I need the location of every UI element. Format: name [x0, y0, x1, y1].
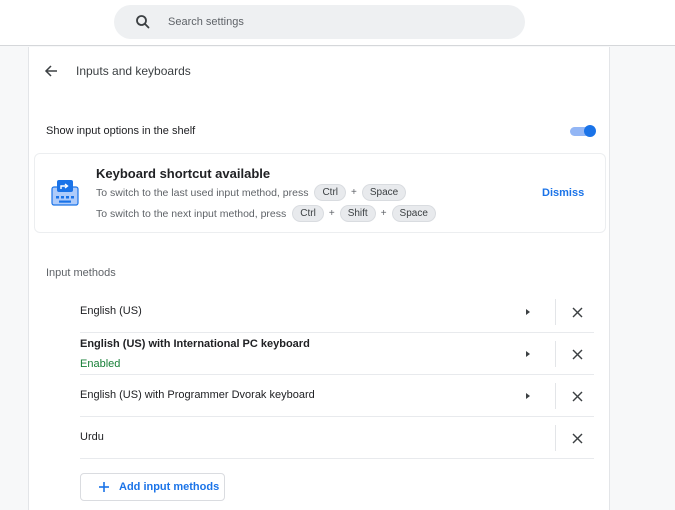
list-item[interactable]: Urdu [80, 417, 594, 459]
list-item[interactable]: English (US) with Programmer Dvorak keyb… [80, 375, 594, 417]
status-badge: Enabled [80, 358, 121, 370]
key-combo: Ctrl + Space [314, 184, 407, 201]
arrow-right-icon[interactable] [523, 349, 533, 359]
subpage-header: Inputs and keyboards [43, 61, 191, 81]
key-combo: Ctrl + Shift + Space [292, 205, 436, 222]
input-methods-heading: Input methods [46, 267, 116, 279]
arrow-right-icon[interactable] [523, 391, 533, 401]
close-icon[interactable] [571, 432, 584, 445]
key-chip: Space [391, 205, 436, 222]
key-chip: Ctrl [314, 184, 347, 201]
shortcut-text: To switch to the next input method, pres… [96, 207, 287, 220]
shortcut-line-last: To switch to the last used input method,… [96, 184, 407, 201]
divider [555, 383, 556, 409]
card-title: Keyboard shortcut available [96, 166, 271, 181]
keyboard-switch-icon [51, 180, 79, 206]
close-icon[interactable] [571, 348, 584, 361]
shortcut-text: To switch to the last used input method,… [96, 186, 309, 199]
input-method-name: English (US) with International PC keybo… [80, 338, 310, 350]
shelf-option-label: Show input options in the shelf [46, 125, 196, 137]
key-chip: Ctrl [292, 205, 324, 222]
shelf-option-row: Show input options in the shelf [46, 121, 596, 141]
plus-sign: + [380, 208, 387, 219]
input-methods-list: English (US) English (US) with Internati… [80, 291, 594, 459]
close-icon[interactable] [571, 306, 584, 319]
shelf-toggle[interactable] [570, 124, 596, 138]
key-chip: Shift [339, 205, 376, 222]
input-method-name: English (US) with Programmer Dvorak keyb… [80, 389, 315, 401]
input-method-name: English (US) [80, 305, 142, 317]
search-input[interactable]: Search settings [168, 16, 244, 28]
settings-panel: Inputs and keyboards Show input options … [28, 47, 610, 510]
search-icon [134, 13, 152, 31]
dismiss-button[interactable]: Dismiss [542, 187, 584, 199]
keyboard-shortcut-card: Keyboard shortcut available To switch to… [34, 153, 606, 233]
input-method-name: Urdu [80, 431, 104, 443]
add-input-methods-button[interactable]: Add input methods [80, 473, 225, 501]
add-input-methods-label: Add input methods [119, 481, 220, 493]
list-item[interactable]: English (US) [80, 291, 594, 333]
key-chip: Space [361, 184, 407, 201]
top-bar: Search settings [0, 0, 675, 46]
list-item[interactable]: English (US) with International PC keybo… [80, 333, 594, 375]
divider [555, 299, 556, 325]
toggle-thumb [584, 125, 596, 137]
arrow-back-icon[interactable] [43, 63, 59, 79]
divider [555, 425, 556, 451]
plus-icon [99, 482, 109, 492]
page-title: Inputs and keyboards [76, 64, 191, 78]
plus-sign: + [328, 208, 335, 219]
search-box[interactable]: Search settings [114, 5, 525, 39]
plus-sign: + [351, 187, 357, 198]
arrow-right-icon[interactable] [523, 307, 533, 317]
close-icon[interactable] [571, 390, 584, 403]
divider [555, 341, 556, 367]
shortcut-line-next: To switch to the next input method, pres… [96, 205, 436, 222]
